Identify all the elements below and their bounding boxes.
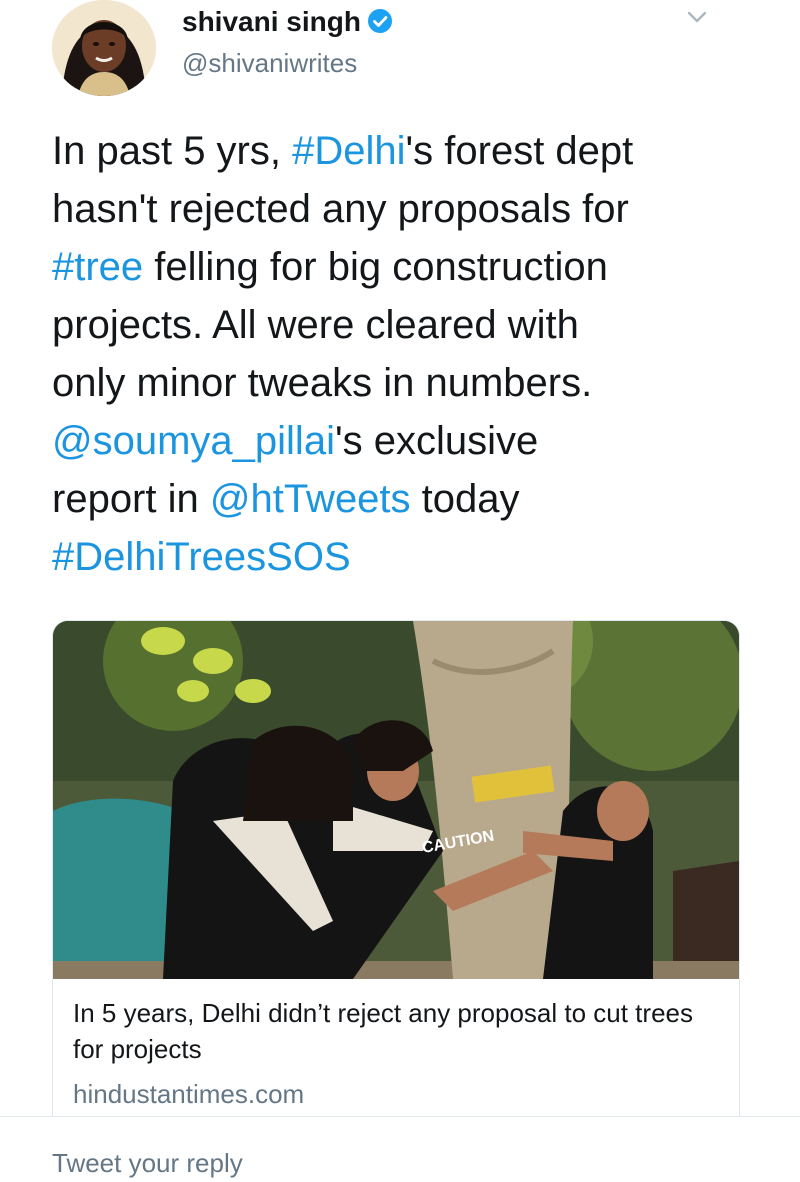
text-segment: only minor tweaks in numbers. bbox=[52, 361, 593, 405]
text-segment: projects. All were cleared with bbox=[52, 303, 579, 347]
tweet-line: hasn't rejected any proposals for bbox=[52, 180, 772, 238]
tweet-line: @soumya_pillai's exclusive bbox=[52, 412, 772, 470]
text-segment: report in bbox=[52, 477, 210, 521]
author-handle[interactable]: @shivaniwrites bbox=[182, 48, 357, 79]
tweet-line: #DelhiTreesSOS bbox=[52, 528, 772, 586]
link-preview-card[interactable]: CAUTION In 5 years, Delhi didn’t reject … bbox=[52, 620, 740, 1117]
hashtag-link[interactable]: #DelhiTreesSOS bbox=[52, 535, 351, 579]
tweet-line: projects. All were cleared with bbox=[52, 296, 772, 354]
avatar-photo bbox=[52, 0, 156, 96]
text-segment: 's forest dept bbox=[405, 129, 634, 173]
divider bbox=[0, 1116, 800, 1117]
verified-badge-icon bbox=[367, 9, 392, 33]
author-name[interactable]: shivani singh bbox=[182, 6, 393, 38]
card-domain: hindustantimes.com bbox=[73, 1079, 305, 1109]
card-image: CAUTION bbox=[53, 621, 739, 979]
text-segment: hasn't rejected any proposals for bbox=[52, 187, 629, 231]
chevron-down-icon[interactable] bbox=[680, 2, 714, 32]
text-segment: felling for big construction bbox=[143, 245, 608, 289]
tweet-line: #tree felling for big construction bbox=[52, 238, 772, 296]
text-segment: today bbox=[410, 477, 520, 521]
text-segment: In past 5 yrs, bbox=[52, 129, 293, 173]
mention-link[interactable]: @htTweets bbox=[210, 477, 411, 521]
tweet-line: only minor tweaks in numbers. bbox=[52, 354, 772, 412]
hashtag-link[interactable]: #tree bbox=[52, 245, 143, 289]
reply-input[interactable]: Tweet your reply bbox=[52, 1148, 243, 1179]
tweet-text: In past 5 yrs, #Delhi's forest dept hasn… bbox=[52, 122, 772, 586]
avatar[interactable] bbox=[52, 0, 156, 96]
tweet-line: In past 5 yrs, #Delhi's forest dept bbox=[52, 122, 772, 180]
card-title: In 5 years, Delhi didn’t reject any prop… bbox=[73, 998, 693, 1064]
hashtag-link[interactable]: #Delhi bbox=[292, 129, 405, 173]
tweet-line: report in @htTweets today bbox=[52, 470, 772, 528]
author-name-text: shivani singh bbox=[182, 6, 361, 37]
text-segment: 's exclusive bbox=[334, 419, 539, 463]
mention-link[interactable]: @soumya_pillai bbox=[52, 419, 335, 463]
